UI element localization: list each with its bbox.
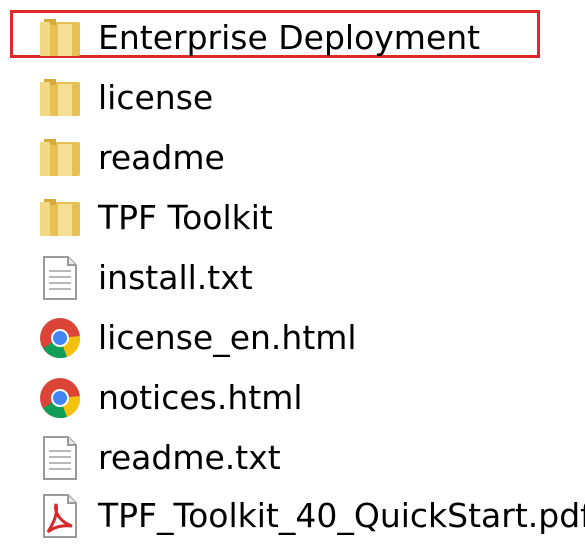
file-name: TPF Toolkit bbox=[98, 198, 273, 237]
folder-icon bbox=[36, 14, 84, 62]
file-item-install-txt[interactable]: install.txt bbox=[0, 248, 585, 308]
folder-icon bbox=[36, 194, 84, 242]
text-file-icon bbox=[36, 434, 84, 482]
file-item-license[interactable]: license bbox=[0, 68, 585, 128]
file-name: TPF_Toolkit_40_QuickStart.pdf bbox=[98, 496, 585, 535]
pdf-icon bbox=[36, 492, 84, 540]
file-item-tpf-toolkit[interactable]: TPF Toolkit bbox=[0, 188, 585, 248]
folder-icon bbox=[36, 134, 84, 182]
file-item-notices-html[interactable]: notices.html bbox=[0, 368, 585, 428]
file-name: license_en.html bbox=[98, 318, 357, 357]
chrome-icon bbox=[36, 374, 84, 422]
file-name: Enterprise Deployment bbox=[98, 18, 481, 57]
file-name: notices.html bbox=[98, 378, 303, 417]
chrome-icon bbox=[36, 314, 84, 362]
file-list: Enterprise Deployment license readme TPF… bbox=[0, 0, 585, 542]
file-name: license bbox=[98, 78, 214, 117]
file-name: readme bbox=[98, 138, 225, 177]
file-name: readme.txt bbox=[98, 438, 281, 477]
file-item-readme-txt[interactable]: readme.txt bbox=[0, 428, 585, 488]
text-file-icon bbox=[36, 254, 84, 302]
folder-icon bbox=[36, 74, 84, 122]
file-item-license-en-html[interactable]: license_en.html bbox=[0, 308, 585, 368]
file-item-enterprise-deployment[interactable]: Enterprise Deployment bbox=[0, 8, 585, 68]
file-item-readme-folder[interactable]: readme bbox=[0, 128, 585, 188]
file-name: install.txt bbox=[98, 258, 253, 297]
file-item-quickstart-pdf[interactable]: TPF_Toolkit_40_QuickStart.pdf bbox=[0, 486, 585, 546]
